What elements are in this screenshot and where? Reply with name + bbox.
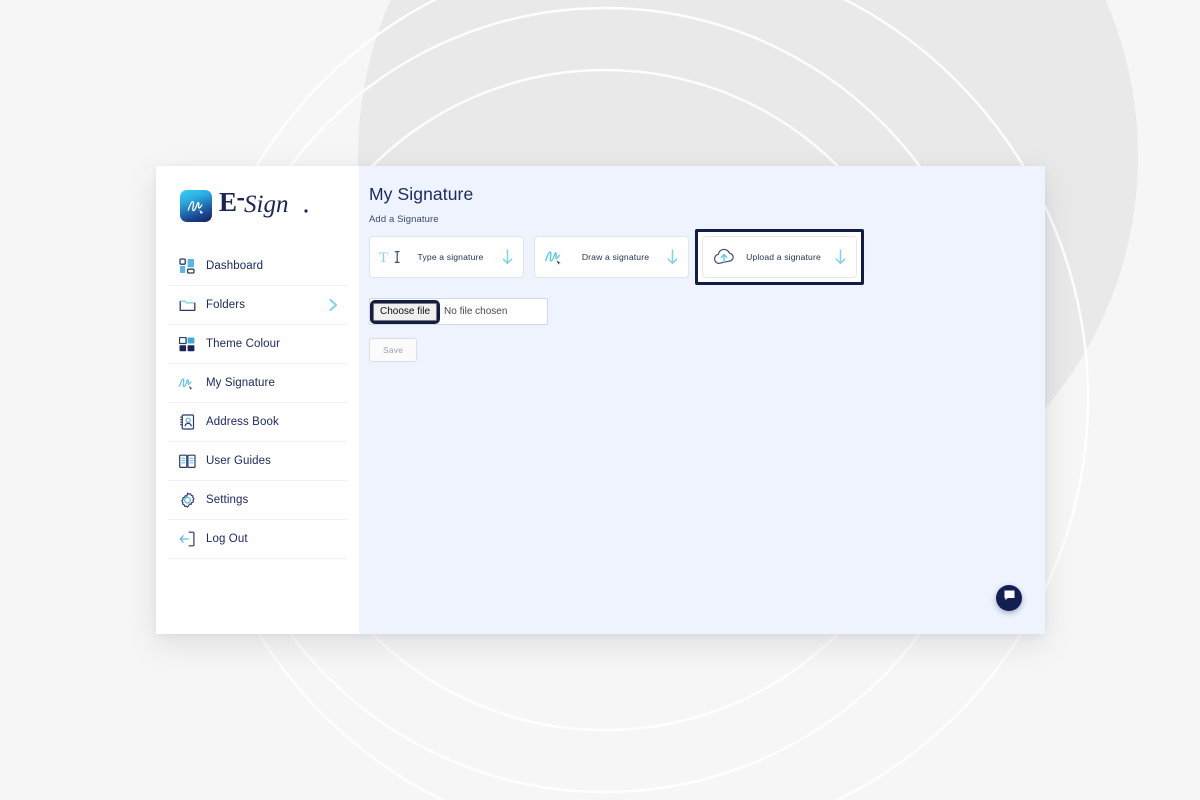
esign-signature-logo-icon (180, 190, 212, 222)
page-subtitle: Add a Signature (369, 214, 439, 225)
sidebar-item-label: Address Book (206, 416, 279, 428)
text-cursor-icon: T (379, 248, 405, 266)
sidebar-item-my-signature[interactable]: My Signature (168, 364, 347, 403)
sidebar-item-label: Theme Colour (206, 338, 281, 350)
chat-bubble-icon (1003, 589, 1016, 607)
chevron-right-icon[interactable] (328, 298, 339, 312)
page-title: My Signature (369, 184, 474, 204)
file-status-text: No file chosen (444, 306, 508, 317)
save-button[interactable]: Save (369, 338, 417, 362)
option-label: Type a signature (417, 252, 484, 262)
svg-text:T: T (379, 250, 388, 266)
sidebar-item-label: Log Out (206, 533, 248, 545)
choose-file-button[interactable]: Choose file (369, 299, 441, 324)
app-window: E Sign Dashboard Folders Theme Colour My… (156, 166, 1045, 634)
theme-swatches-icon (178, 335, 196, 353)
down-arrow-icon[interactable] (829, 249, 847, 265)
svg-text:Sign: Sign (244, 191, 288, 218)
option-label: Draw a signature (581, 252, 650, 262)
draw-signature-option[interactable]: Draw a signature (534, 236, 689, 278)
draw-pen-icon (544, 248, 570, 266)
sidebar-item-label: Dashboard (206, 260, 264, 272)
chat-launcher-button[interactable] (996, 585, 1022, 611)
signature-option-row: T Type a signature Draw a signature Uplo… (369, 229, 1025, 285)
sidebar-nav: Dashboard Folders Theme Colour My Signat… (168, 247, 347, 559)
draw-signature-option-wrap: Draw a signature (534, 236, 689, 278)
sidebar-item-label: Settings (206, 494, 249, 506)
sidebar-item-label: Folders (206, 299, 246, 311)
dashboard-grid-icon (178, 257, 196, 275)
sidebar-item-folders[interactable]: Folders (168, 286, 347, 325)
brand-wordmark: E Sign (219, 187, 339, 225)
logout-icon (178, 530, 196, 548)
sidebar-item-address-book[interactable]: Address Book (168, 403, 347, 442)
down-arrow-icon[interactable] (496, 249, 514, 265)
sidebar-item-theme-colour[interactable]: Theme Colour (168, 325, 347, 364)
gear-icon (178, 491, 196, 509)
option-label: Upload a signature (746, 252, 821, 262)
upload-signature-option[interactable]: Upload a signature (702, 236, 857, 278)
signature-scribble-icon (178, 374, 196, 392)
svg-text:E: E (219, 187, 237, 217)
main-content: My Signature Add a Signature T Type a si… (359, 166, 1045, 634)
sidebar-item-dashboard[interactable]: Dashboard (168, 247, 347, 286)
type-signature-option-wrap: T Type a signature (369, 236, 524, 278)
upload-signature-option-wrap: Upload a signature (695, 229, 864, 285)
brand-logo[interactable]: E Sign (168, 166, 347, 247)
sidebar-item-label: My Signature (206, 377, 275, 389)
sidebar-item-user-guides[interactable]: User Guides (168, 442, 347, 481)
address-book-icon (178, 413, 196, 431)
sidebar-item-log-out[interactable]: Log Out (168, 520, 347, 559)
type-signature-option[interactable]: T Type a signature (369, 236, 524, 278)
sidebar-item-settings[interactable]: Settings (168, 481, 347, 520)
open-book-icon (178, 452, 196, 470)
down-arrow-icon[interactable] (661, 249, 679, 265)
sidebar-item-label: User Guides (206, 455, 272, 467)
folder-icon (178, 296, 196, 314)
sidebar: E Sign Dashboard Folders Theme Colour My… (156, 166, 359, 634)
cloud-upload-icon (712, 247, 738, 267)
file-upload-row: Choose file No file chosen (369, 298, 548, 325)
